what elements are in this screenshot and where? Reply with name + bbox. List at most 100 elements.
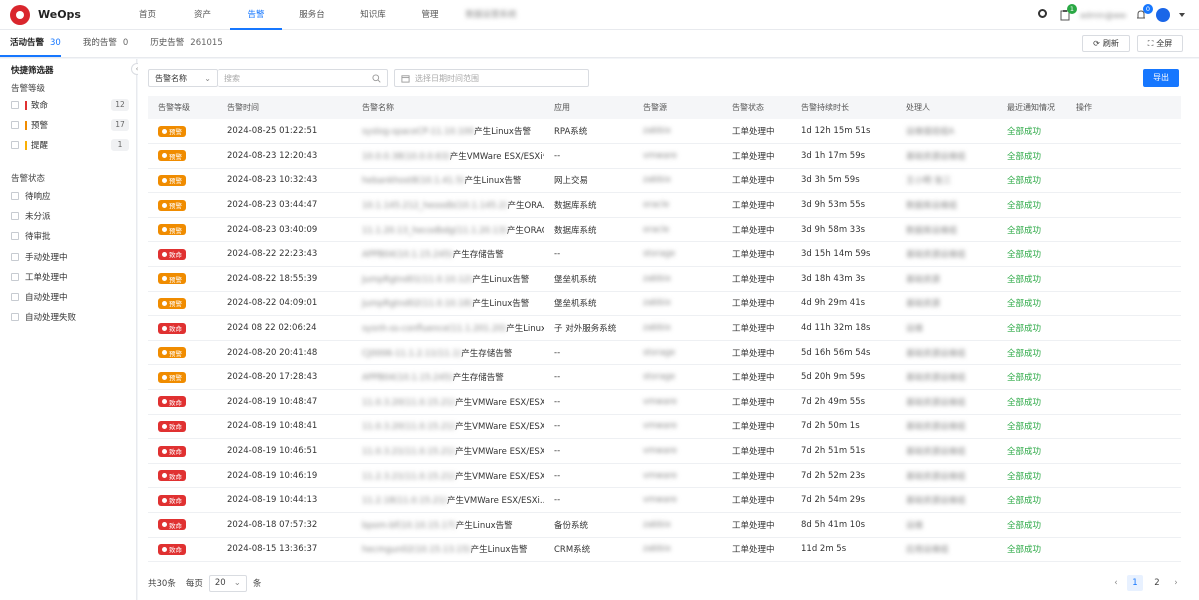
alert-duration: 7d 2h 49m 55s [791,389,896,415]
level-filter-item[interactable]: 预警 17 [11,118,129,132]
search-input[interactable]: 搜索 [218,69,388,87]
alert-name-cell[interactable]: CJ0006-11.1.2.11(11.1)产生存储告警 [352,340,544,366]
alert-status: 工单处理中 [722,487,791,513]
table-row[interactable]: 预警 2024-08-20 17:28:43 APPB04(10.1.15.245)… [148,364,1181,391]
page-2-button[interactable]: 2 [1149,575,1165,591]
alert-time: 2024-08-23 03:40:09 [217,217,352,243]
alert-name-cell[interactable]: hecmgun02(10.15.13.15)产生Linux告警 [352,537,544,563]
actions-cell [1066,438,1181,464]
alert-name-cell[interactable]: 10.0.0.38(10.0.0.63)产生VMWare ESX/ESXi告警 [352,143,544,169]
checkbox[interactable] [11,313,19,322]
checkbox[interactable] [11,101,19,109]
table-row[interactable]: 致命 2024 08 22 02:06:24 sysnh-ss-confluence… [148,315,1181,341]
table-row[interactable]: 致命 2024-08-19 10:48:47 11.0.3.20(11.0.15.2… [148,389,1181,415]
alert-name-cell[interactable]: APPB04(10.1.15.245)产生存储告警 [352,364,544,391]
table-row[interactable]: 致命 2024-08-22 22:23:43 APPB04(10.1.15.245)… [148,241,1181,268]
date-range-picker[interactable]: 选择日期时间范围 [394,69,589,87]
alert-level-icon [162,399,167,405]
status-filter-item[interactable]: 待审批 [11,229,129,243]
checkbox[interactable] [11,272,19,281]
alert-name: 产生Linux告警 [472,274,530,285]
theme-toggle[interactable] [1038,9,1050,21]
table-row[interactable]: 致命 2024-08-19 10:44:13 11.2.18(11.0.15.21)… [148,487,1181,513]
status-filter-item[interactable]: 自动处理中 [11,290,129,304]
alert-time: 2024-08-25 01:22:51 [217,119,352,145]
table-row[interactable]: 致命 2024-08-19 10:48:41 11.0.3.20(11.0.15.2… [148,414,1181,440]
alert-name-cell[interactable]: 11.2.18(11.0.15.21)产生VMWare ESX/ESXi... [352,487,544,513]
alert-name-cell[interactable]: JumpRgtnd02(11.0.10.18)产生Linux告警 [352,291,544,317]
alert-name-cell[interactable]: 11.0.3.20(11.0.15.21)产生VMWare ESX/ESXi告.… [352,414,544,440]
export-button[interactable]: 导出 [1143,69,1179,87]
table-row[interactable]: 预警 2024-08-23 03:44:47 10.1.145.212_heoodb… [148,192,1181,218]
table-row[interactable]: 预警 2024-08-20 20:41:48 CJ0006-11.1.2.11(11… [148,340,1181,366]
page-size-select[interactable]: 20 ⌄ [208,574,247,592]
checkbox[interactable] [11,232,19,241]
table-row[interactable]: 致命 2024-08-18 07:57:32 bpom-bf(10.10.15.17… [148,512,1181,538]
alert-name-cell[interactable]: syslog-spaceCP-11.10.100产生Linux告警 [352,119,544,145]
notify-status: 全部成功 [997,168,1066,194]
tab-active-alerts[interactable]: 活动告警 30 [0,29,61,57]
alert-name-cell[interactable]: 11.1.20.13_hecodbdg(11.1.20.13)产生ORACL..… [352,217,544,243]
nav-item-service-desk[interactable]: 服务台 [282,0,342,30]
alert-name-cell[interactable]: 11.2.3.21(11.0.15.21)产生VMWare ESX/ESXi告.… [352,463,544,489]
alert-name-cell[interactable]: sysnh-ss-confluence(11.1.201.20)产生Linux告… [352,315,544,341]
alert-name-cell[interactable]: APPB04(10.1.15.245)产生存储告警 [352,241,544,268]
field-select[interactable]: 告警名称 ⌄ [148,69,218,87]
nav-item-admin[interactable]: 管理 [404,0,456,30]
actions-cell [1066,414,1181,440]
alert-duration: 8d 5h 41m 10s [791,512,896,538]
page-1-button[interactable]: 1 [1127,575,1143,591]
status-filter-item[interactable]: 工单处理中 [11,270,129,284]
level-badge: 致命 [158,396,186,408]
next-page-button[interactable]: › [1171,578,1181,588]
tab-history-alerts[interactable]: 历史告警 261015 [140,29,222,57]
status-filter-item[interactable]: 待响应 [11,189,129,203]
notifications-button[interactable]: 0 [1135,4,1153,21]
checkbox[interactable] [11,212,19,221]
alert-name-cell[interactable]: 11.0.3.20(11.0.15.21)产生VMWare ESX/ESXi..… [352,389,544,415]
table-row[interactable]: 致命 2024-08-19 10:46:19 11.2.3.21(11.0.15.2… [148,463,1181,489]
nav-item-home[interactable]: 首页 [120,0,175,30]
alert-name-cell[interactable]: JumpRgtnd01(11.0.10.12)产生Linux告警 [352,266,544,292]
table-row[interactable]: 预警 2024-08-23 12:20:43 10.0.0.38(10.0.0.63… [148,143,1181,169]
alert-duration: 11d 2m 5s [791,537,896,563]
fullscreen-button[interactable]: ⛶ 全屏 [1137,35,1183,52]
tab-my-alerts[interactable]: 我的告警 0 [73,29,128,57]
alert-handler: 基础资源运维组 [896,487,997,513]
table-row[interactable]: 预警 2024-08-23 10:32:43 hebankhost8(10.1.41… [148,168,1181,194]
checkbox[interactable] [11,293,19,301]
level-filter-item[interactable]: 提醒 1 [11,138,129,152]
checkbox[interactable] [11,192,19,200]
user-name[interactable]: admin@weops [1080,11,1126,20]
alert-name-cell[interactable]: 11.0.3.21(11.0.15.21)产生VMWare ESX/ESXi告.… [352,438,544,464]
table-row[interactable]: 预警 2024-08-23 03:40:09 11.1.20.13_hecodbdg… [148,217,1181,243]
table-row[interactable]: 致命 2024-08-19 10:46:51 11.0.3.21(11.0.15.2… [148,438,1181,464]
status-filter-item[interactable]: 手动处理中 [11,250,129,264]
nav-item-knowledge[interactable]: 知识库 [342,0,404,30]
prev-page-button[interactable]: ‹ [1111,578,1121,588]
refresh-button[interactable]: ⟳ 刷新 [1082,35,1130,52]
checkbox[interactable] [11,252,19,261]
table-row[interactable]: 预警 2024-08-22 04:09:01 JumpRgtnd02(11.0.10… [148,291,1181,317]
nav-item-assets[interactable]: 资产 [175,0,230,30]
checkbox[interactable] [11,141,19,149]
table-row[interactable]: 预警 2024-08-25 01:22:51 syslog-spaceCP-11.1… [148,119,1181,145]
checkbox[interactable] [11,121,19,129]
alert-name-cell[interactable]: bpom-bf(10.10.15.17)产生Linux告警 [352,512,544,538]
table-row[interactable]: 预警 2024-08-22 18:55:39 JumpRgtnd01(11.0.10… [148,266,1181,292]
alert-name-cell[interactable]: 10.1.145.212_heoodb(10.1.145.2)产生ORA... [352,192,544,218]
avatar[interactable] [1156,8,1170,22]
status-filter-item[interactable]: 自动处理失败 [11,310,129,324]
level-filter-item[interactable]: 致命 12 [11,98,129,112]
app-logo[interactable]: WeOps [10,4,120,25]
alert-level-icon [162,350,167,356]
chevron-down-icon[interactable] [1179,13,1185,17]
todo-count-badge: 1 [1067,4,1077,14]
nav-item-ops-system[interactable]: 数据运营系统 [456,0,526,30]
table-row[interactable]: 致命 2024-08-15 13:36:37 hecmgun02(10.15.13.… [148,537,1181,563]
alert-time: 2024-08-23 03:44:47 [217,192,352,218]
alert-name-cell[interactable]: hebankhost8(10.1.41.5)产生Linux告警 [352,168,544,194]
status-filter-item[interactable]: 未分派 [11,209,129,223]
nav-item-alerts[interactable]: 告警 [230,0,282,30]
todo-button[interactable]: 1 [1059,4,1077,21]
